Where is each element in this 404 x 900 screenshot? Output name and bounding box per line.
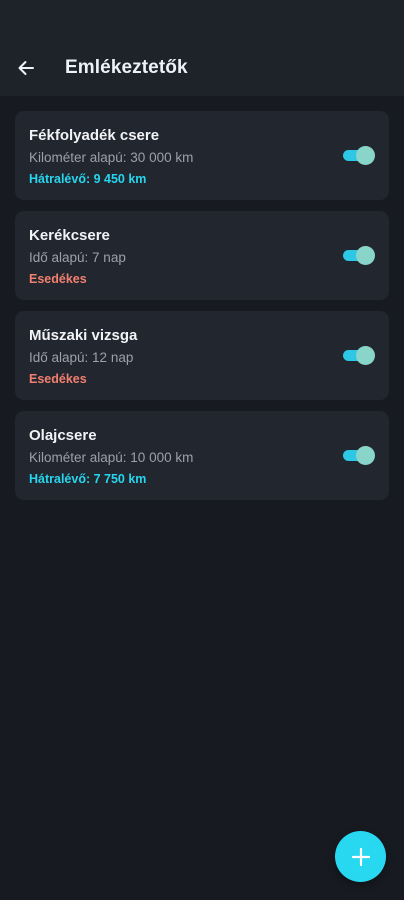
reminder-subtitle: Idő alapú: 7 nap (29, 250, 126, 265)
reminder-subtitle: Kilométer alapú: 10 000 km (29, 450, 194, 465)
reminder-subtitle: Idő alapú: 12 nap (29, 350, 134, 365)
reminder-card[interactable]: Műszaki vizsga Idő alapú: 12 nap Esedéke… (15, 311, 389, 400)
top-app-bar: Emlékeztetők (0, 40, 404, 96)
reminder-status: Hátralévő: 9 450 km (29, 172, 147, 186)
app-root: Emlékeztetők Fékfolyadék csere Kilométer… (0, 0, 404, 900)
page-title: Emlékeztetők (65, 57, 188, 78)
reminder-subtitle: Kilométer alapú: 30 000 km (29, 150, 194, 165)
toggle-thumb (356, 246, 375, 265)
reminder-card[interactable]: Olajcsere Kilométer alapú: 10 000 km Hát… (15, 411, 389, 500)
add-reminder-button[interactable] (335, 831, 386, 882)
reminder-toggle[interactable] (343, 446, 375, 465)
toggle-thumb (356, 146, 375, 165)
reminder-title: Fékfolyadék csere (29, 127, 160, 144)
plus-icon (351, 847, 370, 866)
reminder-toggle[interactable] (343, 246, 375, 265)
reminder-status: Esedékes (29, 372, 87, 386)
toggle-thumb (356, 446, 375, 465)
reminder-title: Olajcsere (29, 427, 97, 444)
reminder-list: Fékfolyadék csere Kilométer alapú: 30 00… (0, 96, 404, 500)
reminder-title: Műszaki vizsga (29, 327, 138, 344)
back-button[interactable] (14, 56, 38, 80)
status-bar (0, 0, 404, 40)
reminder-title: Kerékcsere (29, 227, 110, 244)
reminder-card[interactable]: Fékfolyadék csere Kilométer alapú: 30 00… (15, 111, 389, 200)
reminder-toggle[interactable] (343, 146, 375, 165)
arrow-left-icon (18, 61, 34, 75)
reminder-status: Esedékes (29, 272, 87, 286)
reminder-card[interactable]: Kerékcsere Idő alapú: 7 nap Esedékes (15, 211, 389, 300)
toggle-thumb (356, 346, 375, 365)
reminder-toggle[interactable] (343, 346, 375, 365)
reminder-status: Hátralévő: 7 750 km (29, 472, 147, 486)
